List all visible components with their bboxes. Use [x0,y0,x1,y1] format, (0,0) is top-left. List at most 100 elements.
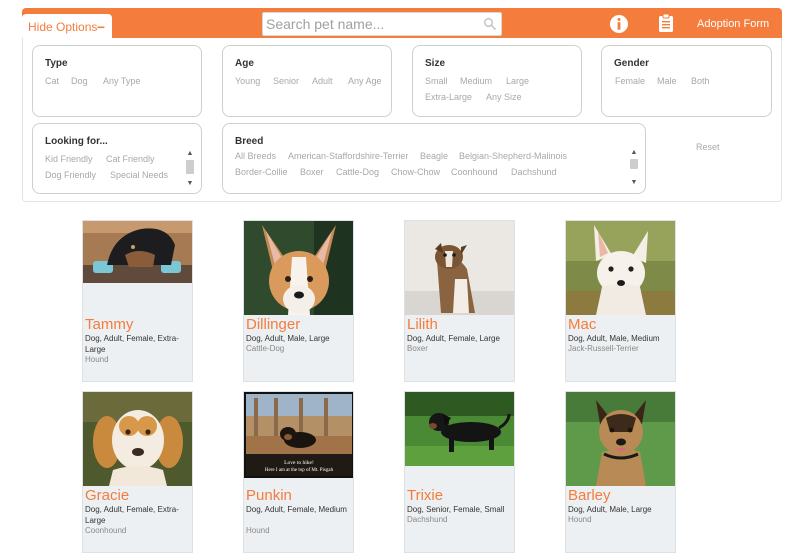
pet-photo-gracie [83,392,192,486]
reset-button[interactable]: Reset [696,142,720,152]
pet-photo-dillinger [244,221,353,315]
option-any-type[interactable]: Any Type [103,76,140,86]
pet-card-trixie[interactable]: Trixie Dog, Senior, Female, Small Dachsh… [404,391,515,553]
breed-all-breeds[interactable]: All Breeds [235,151,276,161]
pet-details: Dog, Adult, Male, Medium [568,334,660,343]
scroll-down-icon[interactable]: ▼ [629,179,639,187]
pet-photo-lilith [405,221,514,315]
pet-details: Dog, Adult, Female, Extra-Large [85,334,179,354]
pet-photo-punkin: Love to hike! Here I am at the top of Mt… [244,392,353,478]
pet-name[interactable]: Punkin [246,487,292,504]
pet-details: Dog, Adult, Male, Large [568,505,652,514]
pet-name[interactable]: Tammy [85,316,133,333]
pet-photo-barley [566,392,675,486]
minus-icon: − [96,19,105,35]
photo-caption-line-1: Love to hike! [284,460,314,466]
pet-name[interactable]: Trixie [407,487,443,504]
scroll-up-icon[interactable]: ▲ [629,149,639,157]
pet-name[interactable]: Lilith [407,316,438,333]
pet-details: Dog, Adult, Male, Large [246,334,330,343]
pet-card-mac[interactable]: Mac Dog, Adult, Male, Medium Jack-Russel… [565,220,676,382]
search-box [262,12,502,36]
pet-breed: Dachshund [407,515,448,524]
breed-cattle-dog[interactable]: Cattle-Dog [336,167,379,177]
pet-photo-tammy [83,221,192,283]
hide-options-button[interactable]: Hide Options − [22,14,112,40]
option-dog-friendly[interactable]: Dog Friendly [45,170,96,180]
pet-details: Dog, Senior, Female, Small [407,505,505,514]
option-young[interactable]: Young [235,76,260,86]
looking-for-scrollbar[interactable]: ▲ ▼ [185,150,195,190]
scroll-up-icon[interactable]: ▲ [185,150,195,158]
pet-details: Dog, Adult, Female, Medium [246,505,347,514]
option-female[interactable]: Female [615,76,645,86]
breed-chow-chow[interactable]: Chow-Chow [391,167,440,177]
pet-details: Dog, Adult, Female, Large [407,334,500,343]
breed-belgian-shepherd-malinois[interactable]: Belgian-Shepherd-Malinois [459,151,567,161]
filter-looking-for: Looking for... Kid Friendly Cat Friendly… [32,123,202,194]
option-kid-friendly[interactable]: Kid Friendly [45,154,93,164]
option-cat[interactable]: Cat [45,76,59,86]
option-extra-large[interactable]: Extra-Large [425,92,472,102]
breed-dachshund[interactable]: Dachshund [511,167,557,177]
breed-american-staffordshire-terrier[interactable]: American-Staffordshire-Terrier [288,151,408,161]
search-input[interactable] [263,13,481,35]
option-any-size[interactable]: Any Size [486,92,522,102]
filter-looking-for-title: Looking for... [45,136,108,147]
pet-name[interactable]: Gracie [85,487,129,504]
pet-name[interactable]: Barley [568,487,611,504]
pet-card-barley[interactable]: Barley Dog, Adult, Male, Large Hound [565,391,676,553]
pet-breed: Cattle-Dog [246,344,285,353]
breed-scrollbar[interactable]: ▲ ▼ [629,149,639,189]
filter-age-title: Age [235,58,254,69]
option-any-age[interactable]: Any Age [348,76,382,86]
breed-beagle[interactable]: Beagle [420,151,448,161]
scroll-thumb[interactable] [630,159,638,169]
search-icon[interactable] [483,17,497,31]
filter-age: Age Young Senior Adult Any Age [222,45,392,117]
option-cat-friendly[interactable]: Cat Friendly [106,154,155,164]
pet-breed: Hound [85,355,109,364]
filter-breed: Breed All Breeds American-Staffordshire-… [222,123,646,194]
breed-boxer[interactable]: Boxer [300,167,324,177]
scroll-down-icon[interactable]: ▼ [185,180,195,188]
scroll-thumb[interactable] [186,160,194,174]
pet-breed: Coonhound [85,526,127,535]
filter-breed-title: Breed [235,136,264,147]
filter-size: Size Small Medium Large Extra-Large Any … [412,45,582,117]
pet-breed: Boxer [407,344,428,353]
photo-caption-line-2: Here I am at the top of Mt. Pisgah [265,468,334,473]
option-male[interactable]: Male [657,76,677,86]
option-medium[interactable]: Medium [460,76,492,86]
adoption-form-link[interactable]: Adoption Form [697,18,769,30]
filter-gender-title: Gender [614,58,650,69]
pet-card-lilith[interactable]: Lilith Dog, Adult, Female, Large Boxer [404,220,515,382]
pet-details: Dog, Adult, Female, Extra-Large [85,505,179,525]
hide-options-label: Hide Options [28,20,98,34]
info-icon[interactable] [609,14,629,34]
breed-coonhound[interactable]: Coonhound [451,167,498,177]
option-small[interactable]: Small [425,76,448,86]
pet-card-gracie[interactable]: Gracie Dog, Adult, Female, Extra-Large C… [82,391,193,553]
filter-gender: Gender Female Male Both [601,45,772,117]
option-both[interactable]: Both [691,76,710,86]
filter-type-title: Type [45,58,68,69]
pet-photo-mac [566,221,675,315]
option-special-needs[interactable]: Special Needs [110,170,168,180]
pet-name[interactable]: Mac [568,316,596,333]
pet-card-dillinger[interactable]: Dillinger Dog, Adult, Male, Large Cattle… [243,220,354,382]
clipboard-icon[interactable] [658,13,674,33]
pet-breed: Hound [568,515,592,524]
option-senior[interactable]: Senior [273,76,299,86]
pet-photo-trixie [405,392,514,466]
option-large[interactable]: Large [506,76,529,86]
filter-size-title: Size [425,58,446,69]
pet-breed: Jack-Russell-Terrier [568,344,639,353]
filter-type: Type Cat Dog Any Type [32,45,202,117]
pet-card-punkin[interactable]: Love to hike! Here I am at the top of Mt… [243,391,354,553]
pet-card-tammy[interactable]: Tammy Dog, Adult, Female, Extra-Large Ho… [82,220,193,382]
pet-name[interactable]: Dillinger [246,316,300,333]
breed-border-collie[interactable]: Border-Collie [235,167,288,177]
option-adult[interactable]: Adult [312,76,333,86]
option-dog[interactable]: Dog [71,76,88,86]
